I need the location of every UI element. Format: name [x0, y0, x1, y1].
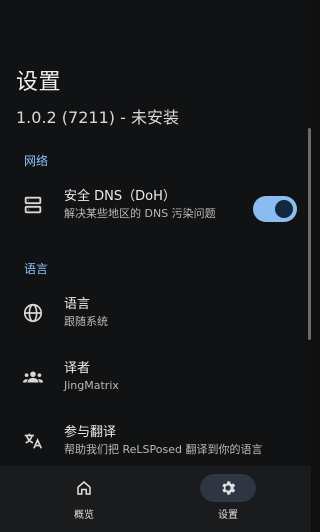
contribute-translation-subtitle: 帮助我们把 ReLSPosed 翻译到你的语言 [64, 443, 263, 456]
language-text: 语言 跟随系统 [64, 296, 251, 330]
secure-dns-subtitle: 解决某些地区的 DNS 污染问题 [64, 207, 216, 220]
dns-server-icon [22, 194, 44, 216]
translators-subtitle: JingMatrix [64, 379, 119, 392]
settings-screen: 设置 1.0.2 (7211) - 未安装 网络 安全 DNS（DoH） 解决某… [0, 0, 311, 532]
nav-overview-label: 概览 [74, 510, 94, 521]
section-network-label: 网络 [24, 154, 49, 168]
language-subtitle: 跟随系统 [64, 315, 108, 328]
nav-overview[interactable]: 概览 [34, 474, 134, 526]
gear-icon [222, 481, 236, 495]
nav-overview-indicator [56, 474, 112, 502]
toggle-knob [275, 200, 293, 218]
secure-dns-toggle[interactable] [253, 196, 297, 222]
section-language-label: 语言 [24, 262, 49, 276]
page-header: 设置 1.0.2 (7211) - 未安装 [16, 64, 179, 128]
translators-row[interactable]: 译者 JingMatrix [0, 352, 311, 406]
nav-settings[interactable]: 设置 [178, 474, 278, 526]
contribute-translation-title: 参与翻译 [64, 425, 117, 440]
scrollbar[interactable] [308, 128, 311, 340]
group-icon [22, 366, 44, 388]
version-status: 1.0.2 (7211) - 未安装 [16, 108, 179, 127]
language-title: 语言 [64, 297, 91, 312]
nav-settings-indicator [200, 474, 256, 502]
bottom-navigation: 概览 设置 [0, 466, 311, 532]
contribute-translation-row[interactable]: 参与翻译 帮助我们把 ReLSPosed 翻译到你的语言 [0, 416, 311, 470]
page-title: 设置 [16, 70, 62, 95]
translators-title: 译者 [64, 361, 91, 376]
translate-icon [22, 430, 44, 452]
contribute-translation-text: 参与翻译 帮助我们把 ReLSPosed 翻译到你的语言 [64, 424, 297, 458]
secure-dns-row[interactable]: 安全 DNS（DoH） 解决某些地区的 DNS 污染问题 [0, 180, 311, 234]
language-row[interactable]: 语言 跟随系统 [0, 288, 311, 342]
home-icon [77, 481, 91, 495]
globe-icon [22, 302, 44, 324]
nav-settings-label: 设置 [218, 510, 238, 521]
translators-text: 译者 JingMatrix [64, 360, 251, 394]
secure-dns-text: 安全 DNS（DoH） 解决某些地区的 DNS 污染问题 [64, 188, 251, 222]
secure-dns-title: 安全 DNS（DoH） [64, 189, 176, 204]
